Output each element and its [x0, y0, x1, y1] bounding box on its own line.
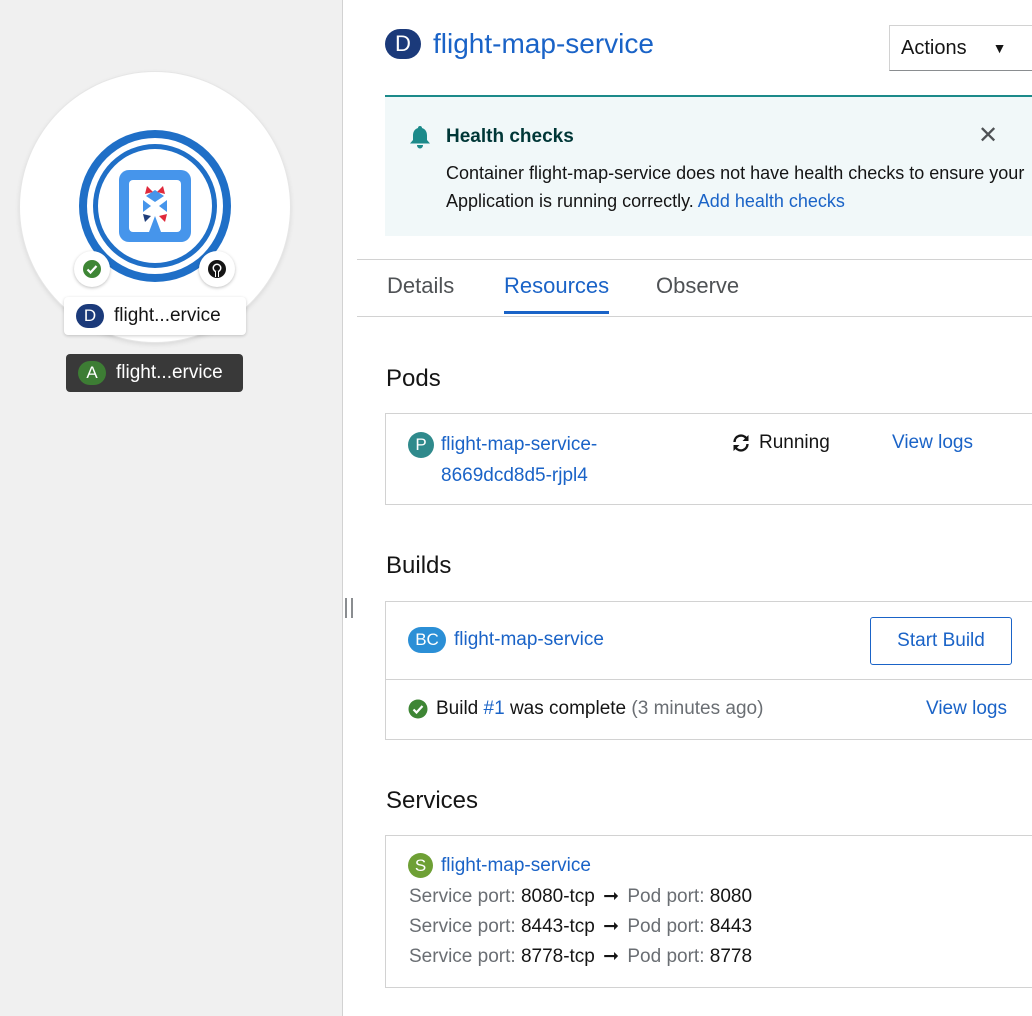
arrow-right-icon: ➞	[603, 916, 620, 937]
actions-label: Actions	[901, 36, 967, 59]
builds-list: BC flight-map-service Start Build Build …	[385, 601, 1032, 740]
service-port-row: Service port: 8080-tcp ➞ Pod port: 8080	[409, 885, 752, 908]
build-prefix: Build	[436, 698, 479, 719]
build-time: (3 minutes ago)	[631, 698, 764, 719]
pod-name-link[interactable]: flight-map-service- 8669dcd8d5-rjpl4	[441, 429, 681, 491]
service-port-label: Service port:	[409, 946, 516, 967]
tab-details[interactable]: Details	[387, 273, 454, 311]
service-port-value: 8443-tcp	[520, 916, 595, 937]
service-port-label: Service port:	[409, 916, 516, 937]
alert-body: Container flight-map-service does not ha…	[446, 159, 1026, 215]
page-title[interactable]: flight-map-service	[433, 28, 654, 60]
caret-down-icon: ▼	[992, 40, 1007, 56]
sync-icon	[733, 434, 749, 452]
pod-status-text: Running	[759, 432, 830, 453]
tab-resources[interactable]: Resources	[504, 273, 610, 314]
pods-heading: Pods	[386, 365, 441, 392]
pod-port-value: 8080	[709, 886, 753, 907]
start-build-button[interactable]: Start Build	[870, 617, 1012, 665]
pod-status: Running	[731, 432, 830, 454]
alert-title: Health checks	[446, 126, 574, 147]
check-circle-icon	[408, 699, 428, 719]
build-config-badge: BC	[408, 627, 446, 653]
pod-port-value: 8443	[709, 916, 753, 937]
pod-badge: P	[408, 432, 434, 458]
pod-name-line-2[interactable]: 8669dcd8d5-rjpl4	[441, 460, 681, 491]
arrow-right-icon: ➞	[603, 886, 620, 907]
build-config-link[interactable]: flight-map-service	[454, 629, 604, 651]
quarkus-logo-icon	[119, 170, 191, 242]
panel-resize-handle[interactable]	[345, 598, 353, 618]
pod-view-logs-link[interactable]: View logs	[892, 432, 973, 454]
bell-icon	[410, 126, 430, 149]
deployment-node-label[interactable]: D flight...ervice	[64, 297, 246, 335]
service-link[interactable]: flight-map-service	[441, 855, 591, 877]
build-status-row: Build #1 was complete (3 minutes ago)	[408, 698, 763, 720]
application-name: flight...ervice	[116, 362, 223, 383]
builds-heading: Builds	[386, 552, 452, 579]
application-group-label[interactable]: A flight...ervice	[66, 354, 243, 392]
side-panel: D flight-map-service Actions ▼ Health ch…	[357, 0, 1032, 1016]
add-health-checks-link[interactable]: Add health checks	[698, 191, 845, 211]
pod-port-value: 8778	[709, 946, 753, 967]
close-icon[interactable]: ✕	[978, 121, 998, 150]
arrow-right-icon: ➞	[603, 946, 620, 967]
pod-port-label: Pod port:	[627, 886, 705, 907]
deployment-badge: D	[385, 29, 421, 59]
service-port-row: Service port: 8778-tcp ➞ Pod port: 8778	[409, 945, 752, 968]
pod-name-line-1[interactable]: flight-map-service-	[441, 429, 681, 460]
service-badge: S	[408, 853, 433, 878]
application-badge: A	[78, 361, 106, 385]
build-view-logs-link[interactable]: View logs	[926, 698, 1007, 720]
panel-tabs: Details Resources Observe	[357, 259, 1032, 317]
check-circle-icon	[83, 260, 101, 278]
deployment-node-name: flight...ervice	[114, 305, 221, 326]
deployment-badge: D	[76, 304, 104, 328]
git-repo-decorator[interactable]	[199, 251, 235, 287]
actions-dropdown[interactable]: Actions ▼	[889, 25, 1032, 71]
service-port-value: 8778-tcp	[520, 946, 595, 967]
service-port-row: Service port: 8443-tcp ➞ Pod port: 8443	[409, 915, 752, 938]
build-status-decorator[interactable]	[74, 251, 110, 287]
github-icon	[208, 260, 226, 278]
build-config-row: BC flight-map-service	[408, 627, 604, 653]
service-port-label: Service port:	[409, 886, 516, 907]
pods-list: P flight-map-service- 8669dcd8d5-rjpl4 R…	[385, 413, 1032, 505]
pod-port-label: Pod port:	[627, 916, 705, 937]
pod-port-label: Pod port:	[627, 946, 705, 967]
health-checks-alert: Health checks ✕ Container flight-map-ser…	[385, 95, 1032, 236]
services-heading: Services	[386, 787, 479, 814]
divider	[386, 679, 1032, 680]
build-number-link[interactable]: #1	[484, 698, 505, 720]
build-status-text: was complete	[509, 698, 627, 719]
panel-header: D flight-map-service	[385, 28, 654, 60]
service-port-value: 8080-tcp	[520, 886, 595, 907]
services-list: S flight-map-service Service port: 8080-…	[385, 835, 1032, 988]
service-row: S flight-map-service	[408, 853, 591, 878]
tab-observe[interactable]: Observe	[656, 273, 739, 311]
topology-canvas[interactable]: D flight...ervice A flight...ervice	[0, 0, 343, 1016]
